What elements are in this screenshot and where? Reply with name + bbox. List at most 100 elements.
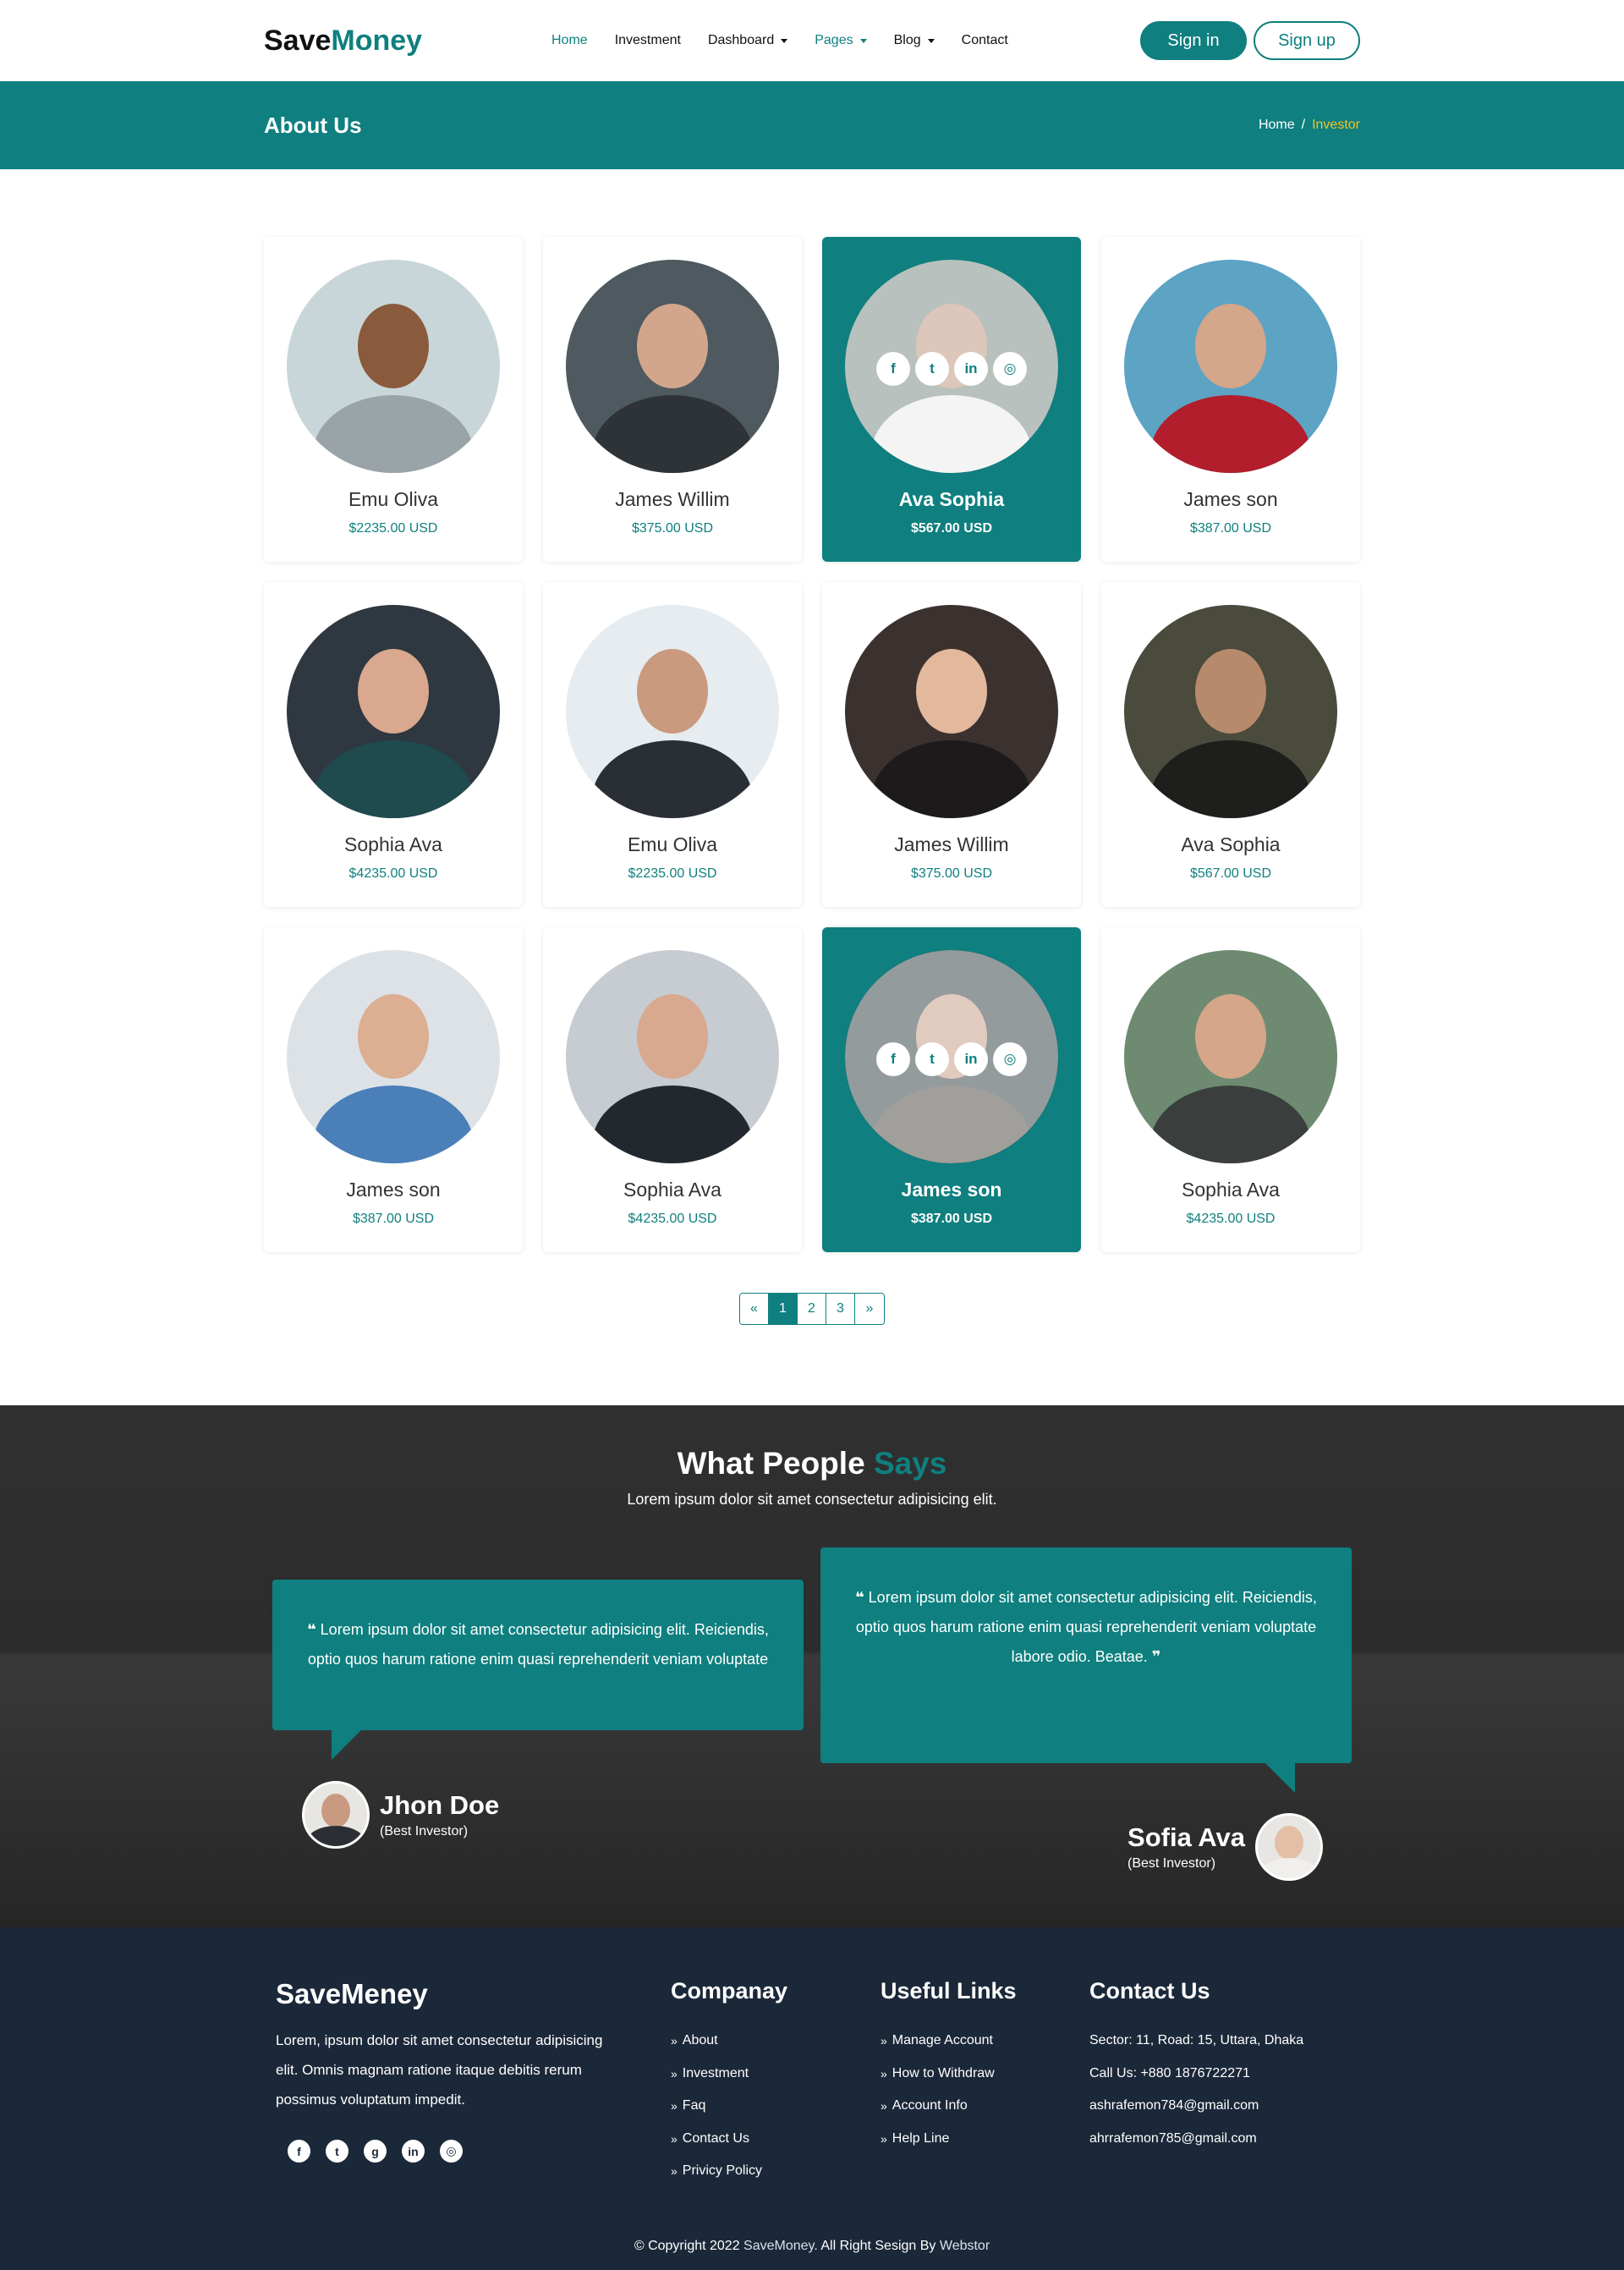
linkedin-icon[interactable]: in xyxy=(954,352,988,386)
footer-column-title: Contact Us xyxy=(1089,1978,1210,2003)
caret-down-icon xyxy=(781,38,788,43)
heading-accent-text: Says xyxy=(873,1446,947,1481)
contact-email[interactable]: ahrrafemon785@gmail.com xyxy=(1089,2123,1303,2156)
nav-blog-label: Blog xyxy=(893,33,921,47)
instagram-icon[interactable]: ◎ xyxy=(993,1042,1027,1076)
footer-link[interactable]: » Manage Account xyxy=(881,2025,1017,2058)
investor-card-highlighted[interactable]: f t in ◎ James son $387.00 USD xyxy=(822,927,1081,1252)
investor-amount: $4235.00 USD xyxy=(1186,1212,1276,1226)
nav-dashboard-dropdown[interactable]: Dashboard xyxy=(707,33,788,48)
footer-logo[interactable]: SaveMeney xyxy=(276,1978,614,2010)
heading-text: What People xyxy=(677,1446,865,1481)
investor-photo xyxy=(287,260,500,473)
footer-link-label: Contact Us xyxy=(682,2130,749,2146)
footer-link[interactable]: » Faq xyxy=(671,2090,787,2123)
github-icon[interactable]: g xyxy=(364,2140,387,2163)
chevron-right-icon: » xyxy=(671,2164,678,2178)
quote-close-icon: ❞ xyxy=(1151,1648,1161,1665)
investor-photo xyxy=(566,605,779,818)
author-name: Jhon Doe xyxy=(380,1790,500,1820)
facebook-icon[interactable]: f xyxy=(876,1042,910,1076)
nav-blog-dropdown[interactable]: Blog xyxy=(894,33,935,48)
footer-link[interactable]: » How to Withdraw xyxy=(881,2058,1017,2091)
footer-link-label: Manage Account xyxy=(892,2033,993,2047)
investor-photo xyxy=(1124,260,1337,473)
contact-email[interactable]: ashrafemon784@gmail.com xyxy=(1089,2090,1303,2123)
footer-link-label: Account Info xyxy=(892,2098,968,2113)
investor-amount: $4235.00 USD xyxy=(348,866,438,881)
pagination-page-2[interactable]: 2 xyxy=(798,1294,826,1324)
logo[interactable]: SaveMoney xyxy=(264,25,422,58)
social-links: f t in ◎ xyxy=(822,352,1081,386)
footer-brand: SaveMeney Lorem, ipsum dolor sit amet co… xyxy=(276,1978,614,2163)
sign-up-button[interactable]: Sign up xyxy=(1254,21,1360,60)
investor-name: Sophia Ava xyxy=(623,1179,721,1201)
investor-card[interactable]: Sophia Ava $4235.00 USD xyxy=(543,927,802,1252)
investor-name: Sophia Ava xyxy=(344,833,442,855)
copyright-prefix: © Copyright 2022 xyxy=(634,2239,740,2253)
footer-link-label: About xyxy=(682,2033,718,2047)
nav-home-link[interactable]: Home xyxy=(551,33,588,48)
nav-dashboard-label: Dashboard xyxy=(707,33,775,47)
investor-card[interactable]: James Willim $375.00 USD xyxy=(822,582,1081,907)
investor-card[interactable]: Ava Sophia $567.00 USD xyxy=(1101,582,1360,907)
facebook-icon[interactable]: f xyxy=(288,2140,310,2163)
footer-link[interactable]: » Contact Us xyxy=(671,2123,787,2156)
investor-card[interactable]: Emu Oliva $2235.00 USD xyxy=(543,582,802,907)
footer-column-title: Useful Links xyxy=(881,1978,1017,2003)
chevron-right-icon: » xyxy=(881,2099,887,2113)
nav-pages-label: Pages xyxy=(815,33,853,47)
footer-link[interactable]: » Account Info xyxy=(881,2090,1017,2123)
pagination-page-1[interactable]: 1 xyxy=(769,1294,798,1324)
investor-card-highlighted[interactable]: f t in ◎ Ava Sophia $567.00 USD xyxy=(822,237,1081,562)
social-links: f t in ◎ xyxy=(822,1042,1081,1076)
linkedin-icon[interactable]: in xyxy=(402,2140,425,2163)
investor-card[interactable]: Emu Oliva $2235.00 USD xyxy=(264,237,523,562)
copyright-author-link[interactable]: Webstor xyxy=(940,2239,990,2253)
investor-amount: $375.00 USD xyxy=(631,521,714,536)
instagram-icon[interactable]: ◎ xyxy=(993,352,1027,386)
copyright-brand-link[interactable]: SaveMoney. xyxy=(743,2239,818,2253)
investor-card[interactable]: James son $387.00 USD xyxy=(264,927,523,1252)
contact-phone[interactable]: Call Us: +880 1876722271 xyxy=(1089,2058,1303,2091)
breadcrumb-separator: / xyxy=(1301,118,1306,132)
nav-investment-link[interactable]: Investment xyxy=(615,33,681,48)
breadcrumb-home-link[interactable]: Home xyxy=(1259,118,1295,133)
footer-link[interactable]: » Privicy Policy xyxy=(671,2155,787,2188)
testimonial-author: Sofia Ava (Best Investor) xyxy=(1127,1813,1323,1881)
facebook-icon[interactable]: f xyxy=(876,352,910,386)
twitter-icon[interactable]: t xyxy=(915,352,949,386)
footer-link[interactable]: » Investment xyxy=(671,2058,787,2091)
instagram-icon[interactable]: ◎ xyxy=(440,2140,463,2163)
footer-contact-column: Contact Us Sector: 11, Road: 15, Uttara,… xyxy=(1089,1978,1303,2155)
chevron-right-icon: » xyxy=(881,2066,887,2080)
footer-link-label: Faq xyxy=(682,2098,706,2113)
breadcrumb: Home / Investor xyxy=(1259,118,1360,133)
investor-name: James son xyxy=(1183,488,1278,510)
investor-card[interactable]: James Willim $375.00 USD xyxy=(543,237,802,562)
footer-link-label: Privicy Policy xyxy=(682,2163,763,2178)
footer-link[interactable]: » About xyxy=(671,2025,787,2058)
linkedin-icon[interactable]: in xyxy=(954,1042,988,1076)
investor-card[interactable]: Sophia Ava $4235.00 USD xyxy=(264,582,523,907)
footer-link[interactable]: » Help Line xyxy=(881,2123,1017,2156)
author-name: Sofia Ava xyxy=(1127,1822,1245,1852)
twitter-icon[interactable]: t xyxy=(326,2140,348,2163)
sign-in-button[interactable]: Sign in xyxy=(1140,21,1247,60)
investor-amount: $567.00 USD xyxy=(910,521,993,536)
pagination-page-3[interactable]: 3 xyxy=(826,1294,855,1324)
chevron-right-icon: » xyxy=(671,2066,678,2080)
investor-photo xyxy=(287,950,500,1163)
twitter-icon[interactable]: t xyxy=(915,1042,949,1076)
logo-accent-text: Money xyxy=(331,24,423,57)
investor-amount: $567.00 USD xyxy=(1189,866,1272,881)
pagination-next-button[interactable]: » xyxy=(855,1294,884,1324)
pagination-prev-button[interactable]: « xyxy=(740,1294,769,1324)
investor-name: James son xyxy=(346,1179,441,1201)
investor-amount: $2235.00 USD xyxy=(348,521,438,536)
nav-contact-link[interactable]: Contact xyxy=(962,33,1008,48)
investor-card[interactable]: Sophia Ava $4235.00 USD xyxy=(1101,927,1360,1252)
top-navbar: SaveMoney Home Investment Dashboard Page… xyxy=(0,0,1624,81)
investor-card[interactable]: James son $387.00 USD xyxy=(1101,237,1360,562)
nav-pages-dropdown[interactable]: Pages xyxy=(815,33,867,48)
